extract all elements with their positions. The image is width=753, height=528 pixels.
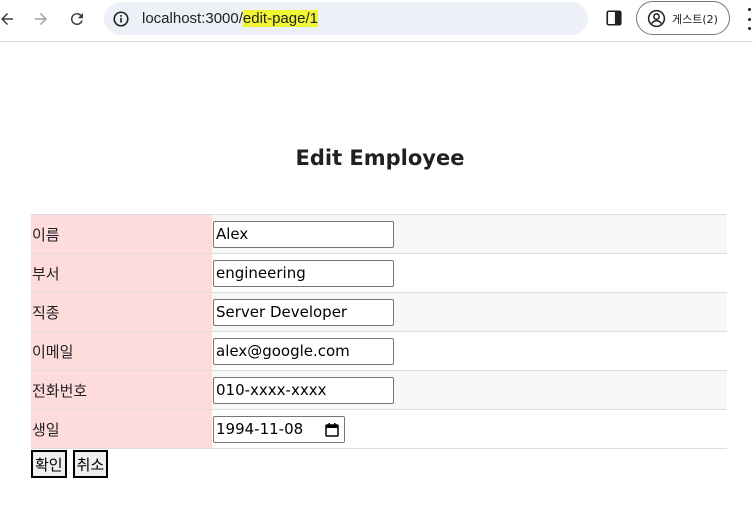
job-label: 직종 [31,292,212,332]
birthday-label: 생일 [31,409,212,449]
form-row-birthday: 생일 1994-11-08 [31,409,727,449]
url-text: localhost:3000/edit-page/1 [142,10,318,27]
back-arrow-icon [1,13,13,25]
site-info-button[interactable] [111,9,131,29]
birthday-value: 1994-11-08 [216,420,304,438]
address-bar[interactable]: localhost:3000/edit-page/1 [104,2,588,35]
job-input[interactable] [213,298,394,326]
form-row-phone: 전화번호 [31,370,727,410]
reload-button[interactable] [64,6,90,32]
browser-toolbar: localhost:3000/edit-page/1 게스트(2) [0,0,753,42]
calendar-icon[interactable] [324,422,340,438]
forward-arrow-icon [35,13,47,25]
phone-label: 전화번호 [31,370,212,410]
browser-menu-button[interactable] [745,8,753,30]
department-input[interactable] [213,259,394,287]
page-title: Edit Employee [295,146,465,170]
confirm-button[interactable]: 확인 [31,450,67,478]
email-input[interactable] [213,337,394,365]
department-label: 부서 [31,253,212,293]
form-row-job: 직종 [31,292,727,332]
menu-dot-icon [747,8,751,11]
side-panel-icon [606,10,622,26]
cancel-button[interactable]: 취소 [72,450,109,478]
form-row-department: 부서 [31,253,727,293]
profile-label: 게스트(2) [672,13,718,26]
url-path-highlighted: edit-page/1 [242,10,318,27]
reload-icon [70,13,83,26]
url-host: localhost:3000/ [142,10,243,27]
form-row-name: 이름 [31,214,727,254]
menu-dot-icon [747,27,751,30]
back-button[interactable] [0,6,20,32]
menu-dot-icon [747,17,751,21]
email-label: 이메일 [31,331,212,371]
name-label: 이름 [31,214,212,254]
side-panel-button[interactable] [603,7,625,29]
profile-avatar-icon [647,9,666,28]
info-icon [113,11,129,27]
forward-button[interactable] [28,6,54,32]
name-input[interactable] [213,220,394,248]
phone-input[interactable] [213,376,394,404]
employee-form-table: 이름 부서 직종 이메일 전화번호 [31,214,727,449]
form-row-email: 이메일 [31,331,727,371]
profile-button[interactable]: 게스트(2) [636,1,730,35]
form-actions: 확인 취소 [31,450,109,478]
birthday-date-input[interactable]: 1994-11-08 [213,415,345,443]
